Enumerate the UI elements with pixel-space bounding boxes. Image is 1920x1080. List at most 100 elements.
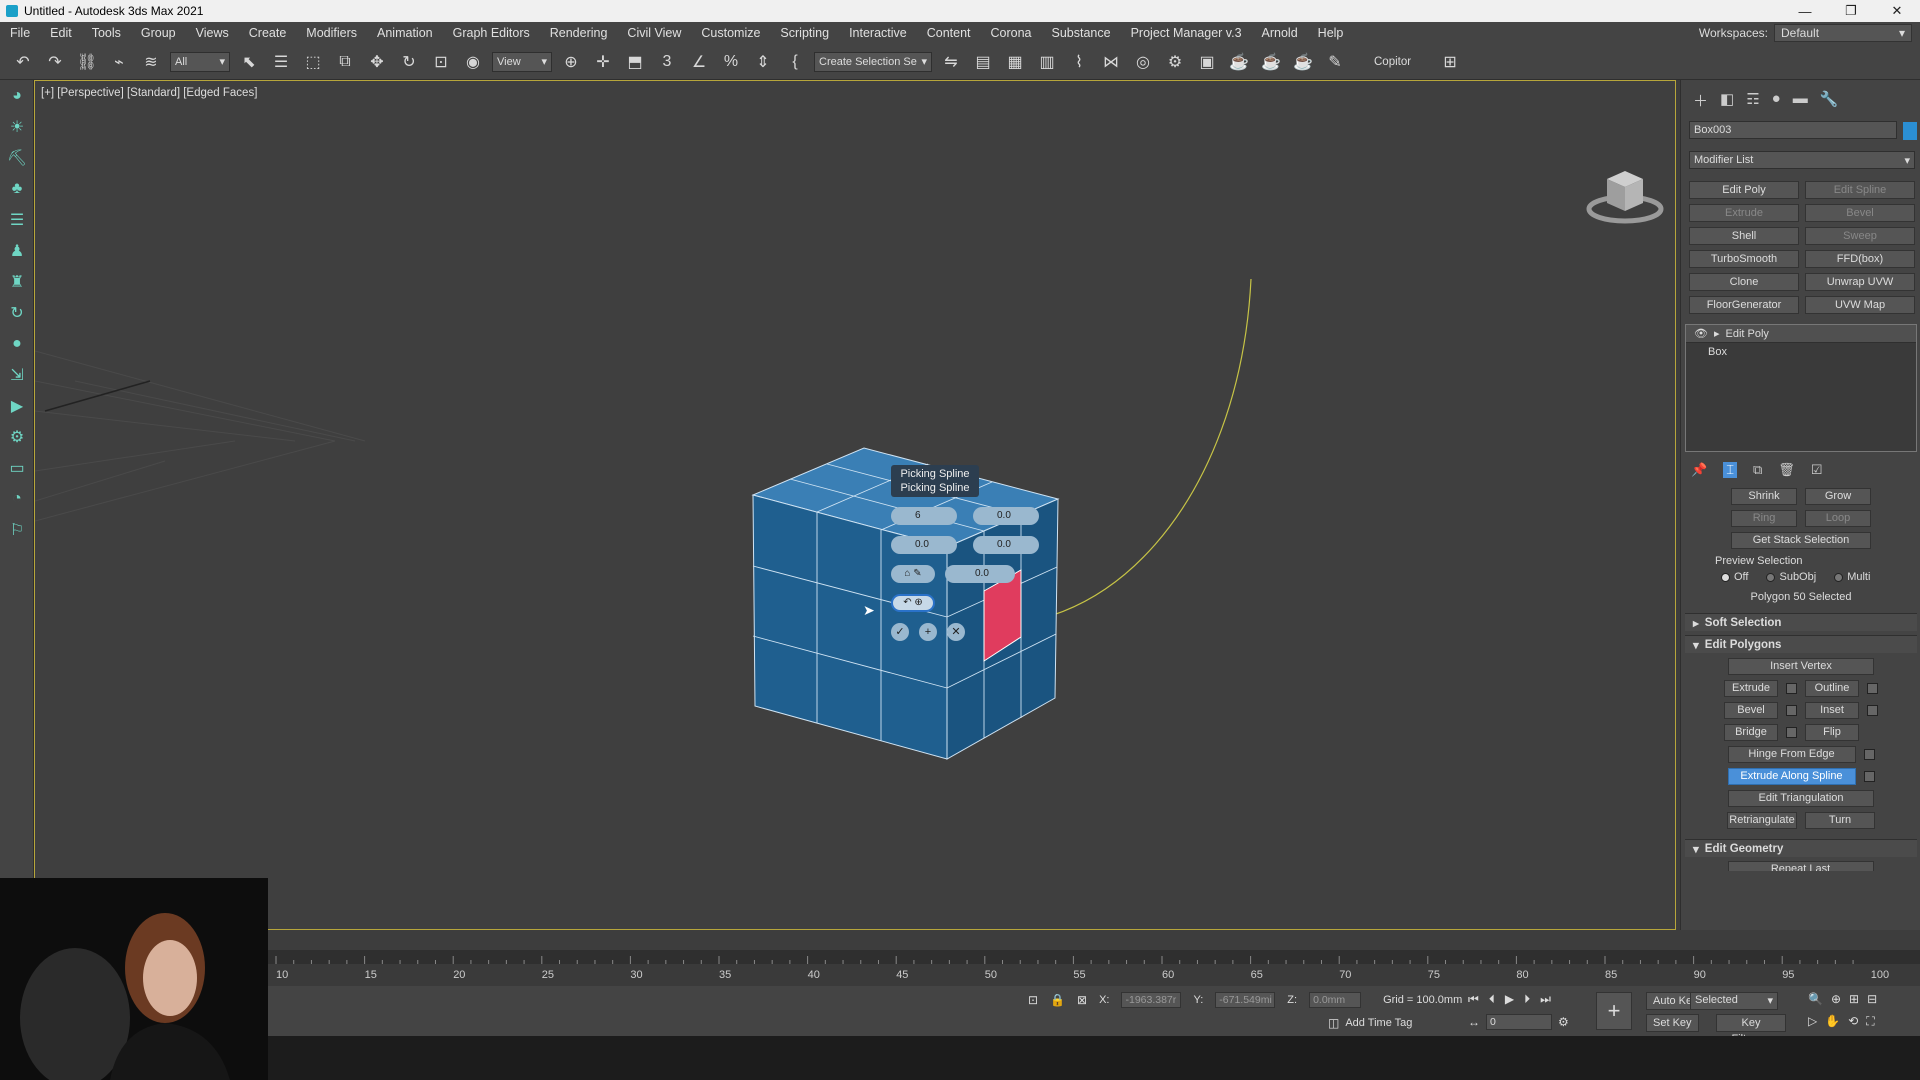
zoom-extents-all-icon[interactable]: ⊟	[1867, 992, 1877, 1006]
frame-icon[interactable]: ▭	[0, 452, 34, 483]
taper-curve-field[interactable]: 0.0	[891, 536, 957, 554]
material-editor-icon[interactable]: ◎	[1130, 49, 1156, 75]
figure-icon[interactable]: ♟	[0, 235, 34, 266]
render-iterative-icon[interactable]: ☕	[1290, 49, 1316, 75]
turbosmooth-button[interactable]: TurboSmooth	[1689, 250, 1799, 268]
refresh-icon[interactable]: ↻	[0, 297, 34, 328]
y-coordinate-field[interactable]: -671.549mi	[1215, 992, 1276, 1008]
timeline-track[interactable]	[268, 950, 1920, 964]
ref-coord-dropdown[interactable]: View ▾	[492, 51, 552, 72]
ok-check-icon[interactable]: ✓	[891, 623, 909, 641]
scene-explorer-icon[interactable]: ☰	[0, 204, 34, 235]
retriangulate-button[interactable]: Retriangulate	[1727, 812, 1797, 829]
floorgenerator-button[interactable]: FloorGenerator	[1689, 296, 1799, 314]
keyboard-shortcut-icon[interactable]: ⬒	[622, 49, 648, 75]
timeline[interactable]: 10 15 20 25 30 35 40 45 50 55 60 65 70 75 80 85 90 95 100	[268, 950, 1920, 986]
inset-button[interactable]: Inset	[1805, 702, 1859, 719]
sun-icon[interactable]: ☀	[0, 111, 34, 142]
menu-content[interactable]: Content	[917, 26, 981, 40]
bridge-button[interactable]: Bridge	[1724, 724, 1778, 741]
clone-button[interactable]: Clone	[1689, 273, 1799, 291]
grow-button[interactable]: Grow	[1805, 488, 1871, 505]
window-crossing-icon[interactable]: ⧉	[332, 49, 358, 75]
render-production-icon[interactable]: ☕	[1258, 49, 1284, 75]
menu-project-manager[interactable]: Project Manager v.3	[1121, 26, 1252, 40]
loop-button[interactable]: Loop	[1805, 510, 1871, 527]
ribbon-icon[interactable]: ▥	[1034, 49, 1060, 75]
snaps-toggle-icon[interactable]: 3	[654, 49, 680, 75]
tree-icon[interactable]: ♣	[0, 173, 34, 204]
selection-filter-dropdown[interactable]: All ▾	[170, 51, 230, 72]
spinner-snap-icon[interactable]: ⇕	[750, 49, 776, 75]
menu-edit[interactable]: Edit	[40, 26, 82, 40]
align-icon[interactable]: ⇲	[0, 359, 34, 390]
bridge-settings-icon[interactable]	[1786, 727, 1797, 738]
bulb-icon[interactable]: ⚐	[0, 514, 34, 545]
menu-civil-view[interactable]: Civil View	[617, 26, 691, 40]
curve-editor-icon[interactable]: ⌇	[1066, 49, 1092, 75]
menu-graph-editors[interactable]: Graph Editors	[443, 26, 540, 40]
maximize-viewport-icon[interactable]: ⛶	[1866, 1014, 1874, 1029]
field-of-view-icon[interactable]: ▷	[1808, 1014, 1817, 1029]
lock-icon[interactable]: 🔒	[1050, 993, 1065, 1007]
pin-stack-icon[interactable]: 📌	[1691, 462, 1707, 478]
menu-rendering[interactable]: Rendering	[540, 26, 618, 40]
cancel-x-icon[interactable]: ✕	[947, 623, 965, 641]
repeat-last-button[interactable]: Repeat Last	[1727, 861, 1874, 871]
inset-settings-icon[interactable]	[1867, 705, 1878, 716]
menu-create[interactable]: Create	[239, 26, 297, 40]
schematic-view-icon[interactable]: ⋈	[1098, 49, 1124, 75]
current-frame-field[interactable]: 0	[1486, 1014, 1552, 1030]
turn-button[interactable]: Turn	[1805, 812, 1875, 829]
taper-amount-field[interactable]: 0.0	[973, 507, 1039, 525]
segments-field[interactable]: 6	[891, 507, 957, 525]
bevel-settings-icon[interactable]	[1786, 705, 1797, 716]
set-key-button[interactable]: Set Key	[1646, 1014, 1699, 1032]
display-tab-icon[interactable]: ▬	[1793, 90, 1808, 111]
render-icon[interactable]: ☕	[1226, 49, 1252, 75]
rendered-frame-icon[interactable]: ▣	[1194, 49, 1220, 75]
menu-help[interactable]: Help	[1308, 26, 1354, 40]
edit-triangulation-button[interactable]: Edit Triangulation	[1728, 790, 1874, 807]
play-icon[interactable]: ▶	[1505, 992, 1514, 1007]
preview-subobj-radio[interactable]: SubObj	[1766, 571, 1816, 583]
stack-item-box[interactable]: Box	[1686, 343, 1916, 358]
media-icon[interactable]: ▶	[0, 390, 34, 421]
minimize-button[interactable]: —	[1782, 0, 1828, 22]
place-icon[interactable]: ◉	[460, 49, 486, 75]
maximize-button[interactable]: ❐	[1828, 0, 1874, 22]
object-color-swatch[interactable]	[1903, 122, 1917, 140]
x-coordinate-field[interactable]: -1963.387r	[1121, 992, 1182, 1008]
outline-button[interactable]: Outline	[1805, 680, 1859, 697]
extrude-modifier-button[interactable]: Extrude	[1689, 204, 1799, 222]
hinge-from-edge-button[interactable]: Hinge From Edge	[1727, 746, 1856, 763]
zoom-icon[interactable]: 🔍	[1808, 992, 1823, 1006]
menu-arnold[interactable]: Arnold	[1252, 26, 1308, 40]
select-by-name-icon[interactable]: ☰	[268, 49, 294, 75]
edit-poly-button[interactable]: Edit Poly	[1689, 181, 1799, 199]
bevel-modifier-button[interactable]: Bevel	[1805, 204, 1915, 222]
goto-end-icon[interactable]: ⏭	[1540, 992, 1551, 1007]
hinge-settings-icon[interactable]	[1863, 749, 1875, 760]
viewcube-icon[interactable]	[1586, 171, 1664, 224]
edit-geometry-rollout[interactable]: ▾ Edit Geometry	[1685, 839, 1917, 857]
flip-button[interactable]: Flip	[1805, 724, 1859, 741]
z-coordinate-field[interactable]: 0.0mm	[1309, 992, 1362, 1008]
motion-tab-icon[interactable]: ●	[1772, 90, 1781, 111]
transform-gizmo-icon[interactable]: ✛	[590, 49, 616, 75]
grid-toggle-icon[interactable]: ⊞	[1437, 49, 1463, 75]
copitor-button[interactable]: Copitor	[1374, 56, 1411, 68]
expand-arrow-icon[interactable]: ▸	[1714, 327, 1720, 340]
goto-start-icon[interactable]: ⏮	[1468, 992, 1479, 1007]
pick-spline-button[interactable]: ↶ ⊕	[891, 594, 935, 612]
scale-icon[interactable]: ⊡	[428, 49, 454, 75]
eye-icon[interactable]: 👁	[1694, 327, 1708, 340]
menu-animation[interactable]: Animation	[367, 26, 443, 40]
menu-scripting[interactable]: Scripting	[770, 26, 839, 40]
modifier-list-dropdown[interactable]: Modifier List ▾	[1689, 151, 1915, 169]
modify-tab-icon[interactable]: ◧	[1720, 90, 1734, 111]
align-icon[interactable]: ▤	[970, 49, 996, 75]
outline-settings-icon[interactable]	[1867, 683, 1878, 694]
close-button[interactable]: ✕	[1874, 0, 1920, 22]
next-frame-icon[interactable]: ⏵	[1524, 992, 1530, 1007]
